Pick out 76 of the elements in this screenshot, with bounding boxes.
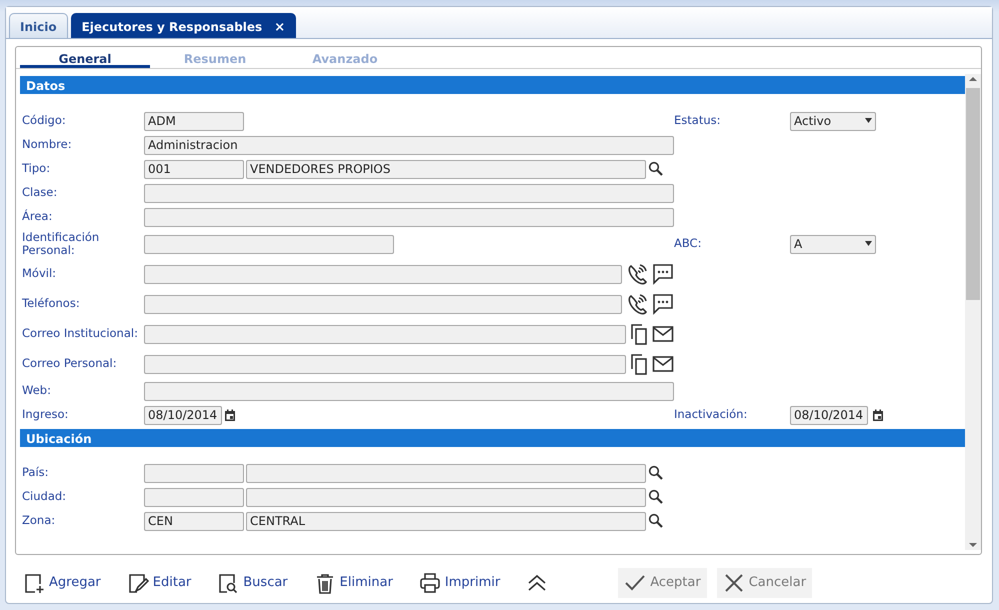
input-field[interactable]: VENDEDORES PROPIOS: [246, 160, 646, 178]
find-button[interactable]: Buscar: [211, 568, 294, 598]
caret-icon: [865, 240, 872, 246]
input-field[interactable]: [144, 354, 626, 374]
caret-icon: [865, 118, 872, 123]
input-field[interactable]: [144, 234, 394, 254]
scroll-up-icon[interactable]: [969, 76, 977, 82]
field-label: Teléfonos:: [21, 297, 81, 311]
search-icon[interactable]: [648, 513, 664, 529]
copy-icon[interactable]: [630, 353, 648, 375]
field-label: Identificación Personal:: [21, 230, 100, 258]
input-field[interactable]: 001: [144, 160, 244, 178]
search-icon: [217, 572, 240, 594]
edit-icon: [126, 572, 149, 594]
printer-icon: [418, 572, 441, 594]
input-field[interactable]: CEN: [144, 512, 244, 530]
delete-button[interactable]: Eliminar: [308, 568, 399, 598]
dropdown[interactable]: A: [790, 234, 876, 254]
message-icon[interactable]: [652, 263, 674, 285]
input-field[interactable]: 08/10/2014: [144, 406, 222, 424]
phone-icon[interactable]: [626, 263, 648, 285]
scrollbar[interactable]: [965, 74, 981, 550]
field-label: Ingreso:: [21, 408, 70, 422]
close-icon: [722, 572, 745, 594]
section-header: Ubicación: [20, 429, 965, 447]
field-label: Tipo:: [21, 162, 52, 176]
message-icon[interactable]: [652, 293, 674, 315]
calendar-icon[interactable]: [224, 408, 236, 422]
input-field[interactable]: ADM: [144, 112, 244, 130]
field-label: ABC:: [674, 235, 702, 252]
field-label: Móvil:: [21, 267, 58, 281]
scrollbar-thumb[interactable]: [966, 88, 980, 300]
edit-button[interactable]: Editar: [120, 568, 198, 598]
add-button[interactable]: Agregar: [17, 568, 107, 598]
input-field[interactable]: [144, 464, 244, 482]
field-label: Nombre:: [21, 138, 73, 152]
input-field[interactable]: [144, 382, 674, 400]
field-label: País:: [21, 466, 50, 480]
input-field[interactable]: [144, 294, 622, 314]
phone-icon[interactable]: [626, 293, 648, 315]
field-label: Web:: [21, 384, 52, 398]
input-field[interactable]: [144, 184, 674, 202]
tab[interactable]: Inicio: [9, 13, 68, 38]
close-button[interactable]: ×: [274, 20, 286, 35]
tab[interactable]: General: [20, 47, 150, 68]
input-field[interactable]: [246, 488, 646, 506]
dropdown[interactable]: Activo: [790, 112, 876, 130]
copy-icon[interactable]: [630, 323, 648, 345]
search-icon[interactable]: [648, 161, 664, 177]
field-label: Ciudad:: [21, 490, 68, 504]
field-label: Correo Institucional:: [21, 327, 139, 341]
print-button[interactable]: Imprimir: [412, 568, 506, 598]
field-label: Correo Personal:: [21, 357, 118, 371]
input-field[interactable]: [144, 264, 622, 284]
mail-icon[interactable]: [652, 325, 674, 343]
mail-icon[interactable]: [652, 355, 674, 373]
scroll-down-icon[interactable]: [969, 542, 977, 548]
input-field[interactable]: Administracion: [144, 136, 674, 154]
input-field[interactable]: [144, 324, 626, 344]
field-label: Zona:: [21, 514, 56, 528]
field-label: Inactivación:: [674, 406, 748, 424]
field-label: Área:: [21, 210, 54, 224]
section-header: Datos: [20, 76, 965, 94]
field-label: Estatus:: [674, 112, 722, 130]
add-icon: [23, 572, 45, 594]
input-field[interactable]: 08/10/2014: [790, 406, 868, 424]
input-field[interactable]: [246, 464, 646, 482]
field-label: Clase:: [21, 186, 58, 200]
input-field[interactable]: [144, 208, 674, 226]
search-icon[interactable]: [648, 489, 664, 505]
input-field[interactable]: CENTRAL: [246, 512, 646, 530]
input-field[interactable]: [144, 488, 244, 506]
search-icon[interactable]: [648, 465, 664, 481]
calendar-icon[interactable]: [872, 408, 884, 422]
field-label: Código:: [21, 114, 67, 128]
tab[interactable]: Ejecutores y Responsables ×: [70, 13, 296, 38]
